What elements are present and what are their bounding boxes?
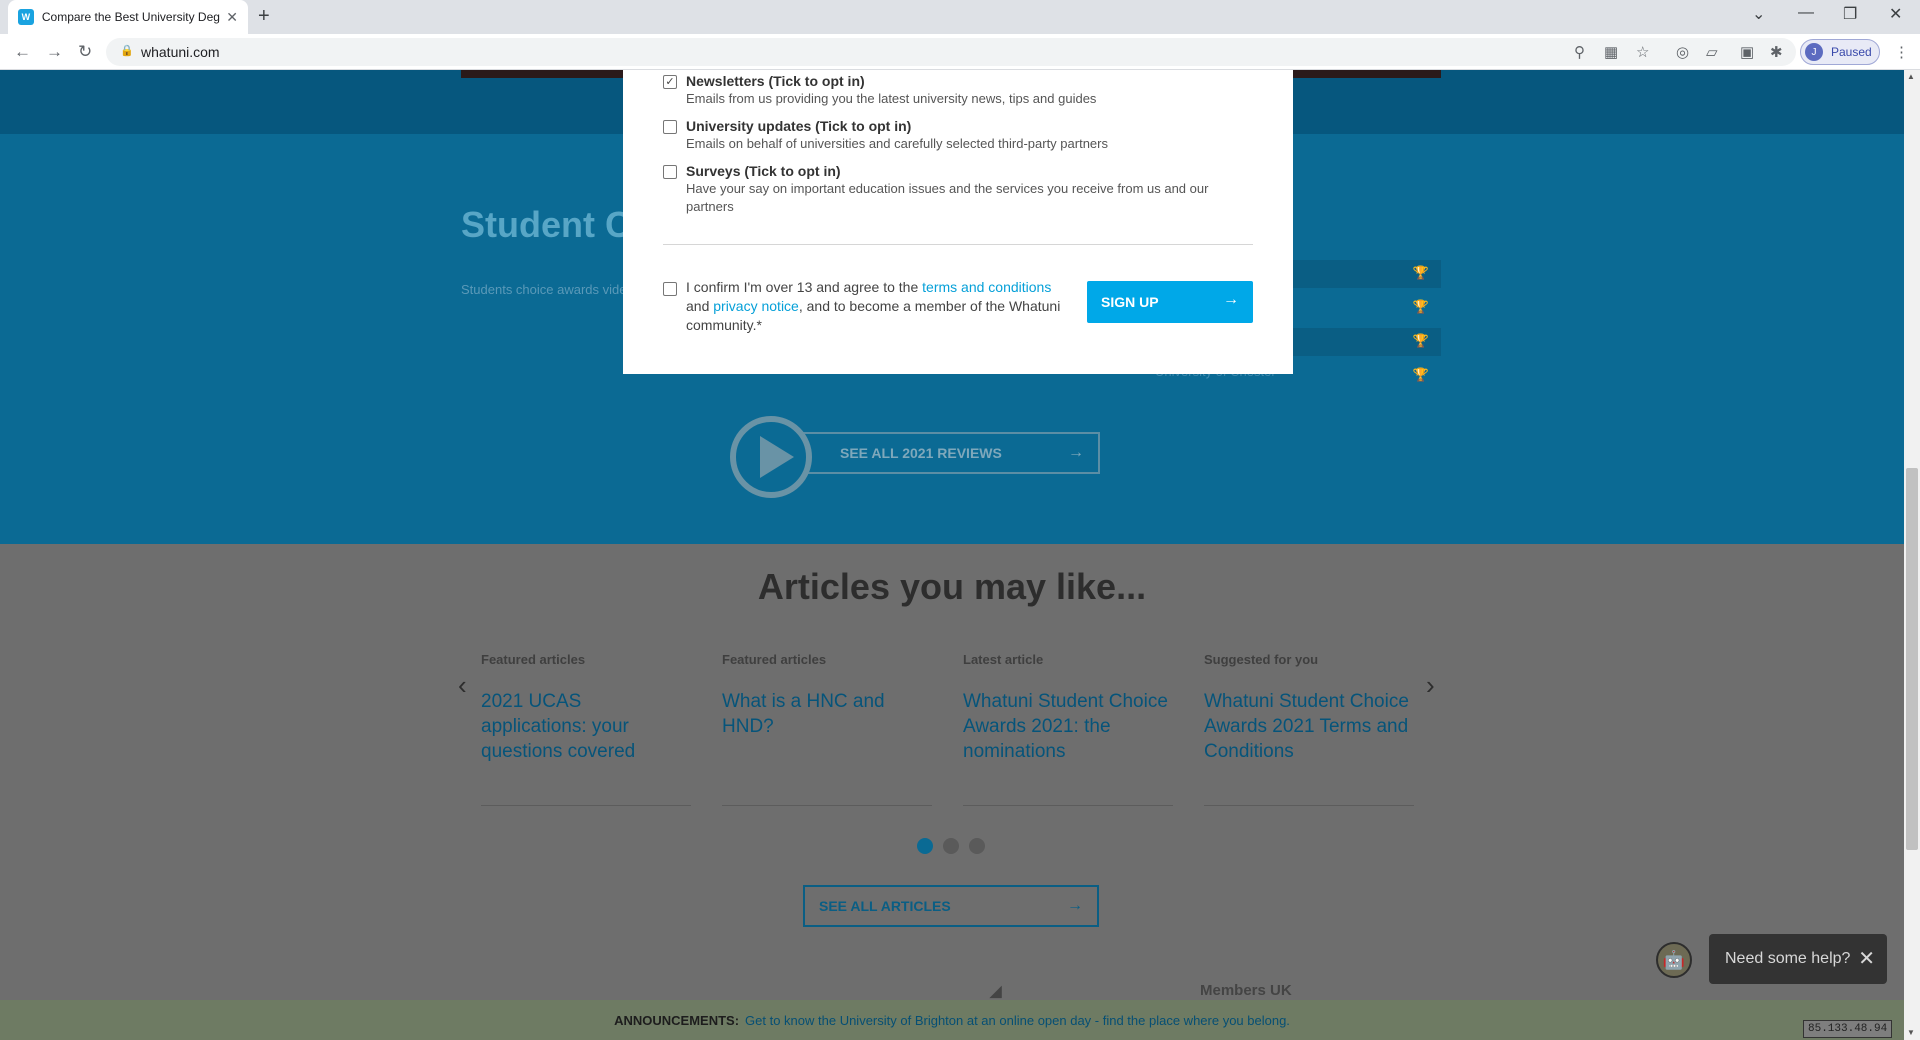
article-card[interactable]: Suggested for you Whatuni Student Choice… [1204, 652, 1414, 806]
see-all-articles-button[interactable]: SEE ALL ARTICLES → [803, 885, 1099, 927]
new-tab-button[interactable]: + [258, 5, 270, 28]
tab-search-icon[interactable]: ⌄ [1752, 4, 1765, 24]
extension-icon-1[interactable]: ◎ [1676, 43, 1689, 61]
confirm-text: I confirm I'm over 13 and agree to the t… [686, 278, 1063, 335]
student-choice-video-image[interactable]: Students choice awards vide [461, 282, 626, 297]
help-popup[interactable]: Need some help? ✕ [1709, 934, 1887, 984]
privacy-link[interactable]: privacy notice [713, 298, 799, 314]
article-card[interactable]: Featured articles 2021 UCAS applications… [481, 652, 691, 806]
university-updates-option[interactable]: University updates (Tick to opt in) Emai… [663, 118, 1263, 153]
profile-status: Paused [1831, 45, 1872, 59]
articles-title: Articles you may like... [757, 566, 1147, 607]
see-all-reviews-button[interactable]: SEE ALL 2021 REVIEWS → [800, 432, 1100, 474]
restore-button[interactable]: ❐ [1843, 4, 1857, 24]
lock-icon: 🔒 [120, 45, 134, 57]
reload-button[interactable]: ↻ [78, 42, 92, 62]
trophy-icon: 🏆 [1412, 265, 1429, 280]
close-icon[interactable]: ✕ [1858, 946, 1875, 971]
extensions-icon[interactable]: ✱ [1770, 43, 1783, 61]
option-description: Have your say on important education iss… [686, 181, 1209, 214]
extension-icon-2[interactable]: ▱ [1706, 43, 1718, 61]
page-scrollbar[interactable]: ▲ ▼ [1904, 70, 1920, 1040]
option-description: Emails from us providing you the latest … [686, 91, 1097, 106]
article-title[interactable]: Whatuni Student Choice Awards 2021 Terms… [1204, 689, 1414, 764]
back-button[interactable]: ← [14, 42, 31, 62]
tab-close-icon[interactable]: ✕ [226, 9, 238, 26]
browser-tab[interactable]: W Compare the Best University Deg ✕ [8, 0, 248, 34]
browser-menu-icon[interactable]: ⋮ [1894, 43, 1909, 61]
arrow-right-icon: → [1067, 897, 1083, 914]
option-heading: Newsletters (Tick to opt in) [686, 73, 865, 89]
surveys-option[interactable]: Surveys (Tick to opt in) Have your say o… [663, 163, 1263, 216]
avatar: J [1805, 43, 1823, 61]
confirm-and: and [686, 298, 714, 314]
see-all-articles-label: SEE ALL ARTICLES [819, 898, 951, 914]
arrow-right-icon: → [1223, 291, 1239, 308]
university-updates-checkbox[interactable] [663, 120, 677, 134]
terms-link[interactable]: terms and conditions [922, 279, 1051, 295]
announcement-bar: ANNOUNCEMENTS: Get to know the Universit… [0, 1000, 1904, 1040]
article-category: Latest article [963, 652, 1044, 667]
articles-section [0, 544, 1904, 1040]
trophy-icon: 🏆 [1412, 299, 1429, 314]
modal-divider [663, 244, 1253, 245]
qr-icon[interactable]: ▦ [1604, 43, 1618, 61]
tab-title: Compare the Best University Deg [41, 10, 220, 24]
trophy-icon: 🏆 [1412, 367, 1429, 382]
student-choice-title: Student C [461, 204, 631, 245]
address-bar[interactable]: 🔒 whatuni.com [106, 38, 1796, 66]
close-window-button[interactable]: ✕ [1889, 4, 1902, 24]
forward-button[interactable]: → [46, 42, 63, 62]
extension-icon-3[interactable]: ▣ [1740, 43, 1754, 61]
announcement-link[interactable]: Get to know the University of Brighton a… [745, 1013, 1290, 1028]
announcement-label: ANNOUNCEMENTS: [614, 1012, 740, 1028]
article-title[interactable]: Whatuni Student Choice Awards 2021: the … [963, 689, 1173, 764]
ip-address-badge: 85.133.48.94 [1803, 1020, 1893, 1038]
option-heading: Surveys (Tick to opt in) [686, 163, 841, 179]
minimize-button[interactable]: — [1798, 4, 1814, 22]
chevron-right-icon[interactable]: › [1426, 670, 1435, 701]
chatbot-icon[interactable]: 🤖 [1656, 942, 1692, 978]
url-text: whatuni.com [141, 44, 220, 60]
signup-modal: ✓ Newsletters (Tick to opt in) Emails fr… [623, 70, 1293, 374]
footer-logo-text: Members UK [1200, 982, 1292, 999]
location-icon[interactable]: ⚲ [1574, 43, 1585, 61]
browser-tabbar: W Compare the Best University Deg ✕ + ⌄ … [0, 0, 1920, 34]
star-icon[interactable]: ☆ [1636, 43, 1649, 61]
article-category: Featured articles [481, 652, 586, 667]
scroll-down-icon[interactable]: ▼ [1907, 1028, 1915, 1037]
see-all-reviews-label: SEE ALL 2021 REVIEWS [840, 445, 1002, 461]
carousel-dot[interactable] [969, 838, 985, 854]
confirm-consent: I confirm I'm over 13 and agree to the t… [663, 278, 1063, 335]
whatuni-favicon-icon: W [18, 9, 34, 25]
arrow-right-icon: → [1068, 444, 1084, 461]
trophy-icon: 🏆 [1412, 333, 1429, 348]
chevron-left-icon[interactable]: ‹ [458, 670, 467, 701]
signup-button[interactable]: SIGN UP → [1087, 281, 1253, 323]
browser-toolbar: ← → ↻ 🔒 whatuni.com ⚲ ▦ ☆ ◎ ▱ ▣ ✱ J Paus… [0, 34, 1920, 70]
surveys-checkbox[interactable] [663, 165, 677, 179]
article-category: Featured articles [722, 652, 827, 667]
signup-label: SIGN UP [1101, 294, 1159, 310]
play-icon[interactable] [730, 416, 812, 498]
newsletter-option[interactable]: ✓ Newsletters (Tick to opt in) Emails fr… [663, 73, 1263, 108]
article-title[interactable]: What is a HNC and HND? [722, 689, 932, 739]
article-card[interactable]: Latest article Whatuni Student Choice Aw… [963, 652, 1173, 806]
footer-logo-icon: ◢ [990, 983, 1002, 1000]
help-label: Need some help? [1725, 950, 1851, 967]
confirm-checkbox[interactable] [663, 282, 677, 296]
option-heading: University updates (Tick to opt in) [686, 118, 912, 134]
article-category: Suggested for you [1204, 652, 1319, 667]
option-description: Emails on behalf of universities and car… [686, 136, 1108, 151]
scrollbar-thumb[interactable] [1906, 468, 1918, 850]
confirm-prefix: I confirm I'm over 13 and agree to the [686, 279, 923, 295]
newsletter-checkbox[interactable]: ✓ [663, 75, 677, 89]
profile-button[interactable]: J Paused [1800, 39, 1880, 65]
carousel-dot[interactable] [943, 838, 959, 854]
scroll-up-icon[interactable]: ▲ [1907, 72, 1915, 81]
article-title[interactable]: 2021 UCAS applications: your questions c… [481, 689, 691, 764]
carousel-dot[interactable] [917, 838, 933, 854]
article-card[interactable]: Featured articles What is a HNC and HND? [722, 652, 932, 806]
